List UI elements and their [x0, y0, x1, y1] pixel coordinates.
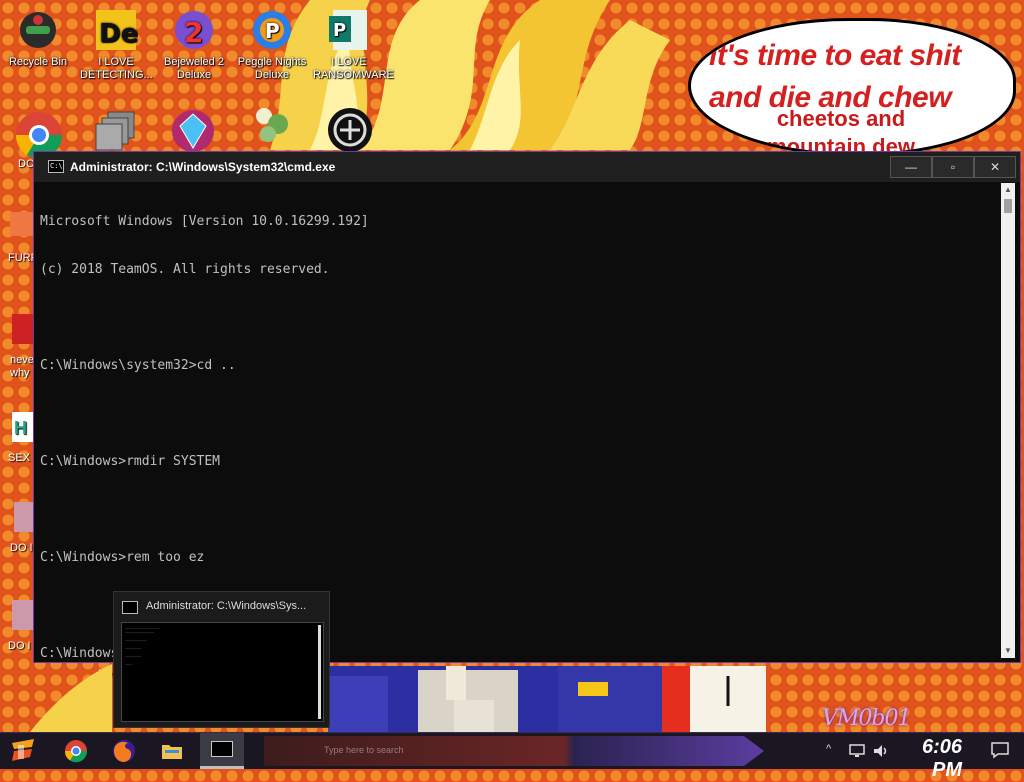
thumbnail-window-preview[interactable]: ——————————————————— ———————————————— ———… — [121, 622, 324, 722]
network-icon[interactable] — [848, 742, 866, 760]
thumbnail-console-lines: ——————————————————— ———————————————— ———… — [125, 626, 160, 666]
bubble-line-1: it's time to eat shit — [709, 39, 961, 72]
taskbar-file-explorer-button[interactable] — [154, 735, 190, 767]
desktop-icon-bejeweled[interactable]: 2 Bejeweled 2 Deluxe — [158, 8, 230, 82]
svg-text:P: P — [333, 20, 346, 41]
game-emblem-icon[interactable] — [326, 106, 374, 154]
file-icon: H — [12, 412, 34, 442]
console-line: C:\Windows>rmdir SYSTEM — [40, 454, 221, 469]
console-line: (c) 2018 TeamOS. All rights reserved. — [40, 262, 330, 277]
cmd-titlebar[interactable]: C:\ Administrator: C:\Windows\System32\c… — [34, 152, 1020, 182]
desktop-icon-label: Recycle Bin — [8, 56, 68, 68]
de-app-icon: De — [96, 10, 138, 50]
taskbar-search-area[interactable]: Type here to search — [264, 736, 764, 766]
publisher-icon: P — [329, 10, 367, 50]
taskbar-firefox-button[interactable] — [106, 735, 142, 767]
desktop-icon-recycle-bin[interactable]: Recycle Bin — [2, 8, 74, 69]
peggle-icon: P — [253, 11, 291, 49]
desktop-icon-label: DO I — [10, 542, 33, 554]
window-stack-icon[interactable] — [94, 110, 138, 154]
action-center-icon[interactable] — [990, 741, 1010, 759]
console-output[interactable]: Microsoft Windows [Version 10.0.16299.19… — [40, 182, 1000, 662]
scroll-thumb[interactable] — [1004, 199, 1012, 213]
cmd-app-icon — [122, 601, 138, 614]
console-line: Microsoft Windows [Version 10.0.16299.19… — [40, 214, 369, 229]
taskbar-chrome-button[interactable] — [58, 735, 94, 767]
taskbar: Type here to search ^ 6:06 PM — [0, 732, 1024, 781]
folder-icon — [162, 745, 182, 759]
plant-icon[interactable] — [250, 104, 298, 152]
bubble-line-3: cheetos and mountain dew — [767, 106, 915, 156]
show-hidden-icons-chevron-icon[interactable]: ^ — [826, 743, 831, 755]
search-placeholder: Type here to search — [324, 745, 404, 755]
chrome-icon — [64, 740, 88, 763]
svg-text:De: De — [99, 19, 138, 49]
desktop-icon-label: Bejeweled 2 Deluxe — [164, 56, 224, 81]
vertical-scrollbar[interactable]: ▲ ▼ — [1001, 183, 1015, 658]
app-icon — [10, 212, 34, 236]
start-button-icon[interactable] — [8, 737, 40, 765]
firefox-icon — [113, 740, 135, 762]
desktop-icon-label: Peggle Nights Deluxe — [237, 56, 307, 81]
cmd-taskbar-icon — [211, 741, 233, 757]
svg-text:P: P — [265, 19, 280, 43]
svg-text:2: 2 — [184, 16, 203, 49]
console-line: C:\Windows\system32>cd .. — [40, 358, 236, 373]
close-button[interactable]: ✕ — [974, 156, 1016, 178]
wallpaper-tag: VM0b01 — [822, 706, 911, 731]
maximize-button[interactable]: ▫ — [932, 156, 974, 178]
diamond-game-icon[interactable] — [170, 108, 216, 154]
image-file-icon — [12, 600, 36, 630]
taskbar-thumbnail-preview[interactable]: Administrator: C:\Windows\Sys... ———————… — [113, 591, 330, 728]
cmd-window[interactable]: C:\ Administrator: C:\Windows\System32\c… — [33, 151, 1021, 663]
desktop-icon-label: DC — [18, 158, 34, 170]
scroll-up-arrow-icon[interactable]: ▲ — [1001, 183, 1015, 197]
scroll-down-arrow-icon[interactable]: ▼ — [1001, 644, 1015, 658]
cmd-window-title: Administrator: C:\Windows\System32\cmd.e… — [70, 160, 336, 174]
bejeweled-icon: 2 — [175, 11, 213, 49]
desktop-icon-label: SEX — [8, 452, 31, 464]
desktop-icon-label: neve why — [10, 354, 34, 379]
desktop-icon-label: DO I — [8, 640, 31, 652]
desktop-icon-ransomware[interactable]: P I LOVE RANSOMWARE — [313, 8, 394, 82]
desktop-icon-label: I LOVE DETECTING... — [80, 56, 153, 81]
volume-icon[interactable] — [872, 742, 890, 760]
desktop-icon-peggle[interactable]: P Peggle Nights Deluxe — [236, 8, 308, 82]
recycle-bin-icon — [20, 12, 56, 48]
thumbnail-title: Administrator: C:\Windows\Sys... — [146, 600, 307, 612]
thumbnail-scrollbar — [318, 625, 321, 719]
taskbar-clock[interactable]: 6:06 PM — [900, 736, 962, 782]
cmd-app-icon: C:\ — [48, 160, 64, 173]
speech-bubble: it's time to eat shit and die and chew c… — [688, 18, 1016, 156]
console-line: C:\Windows>rem too ez — [40, 550, 205, 565]
taskbar-cmd-button[interactable] — [200, 733, 244, 769]
minimize-button[interactable]: — — [890, 156, 932, 178]
desktop-icon-de-app[interactable]: De I LOVE DETECTING... — [80, 8, 153, 82]
desktop-icon-label: I LOVE RANSOMWARE — [313, 56, 394, 81]
svg-text:H: H — [14, 418, 27, 438]
